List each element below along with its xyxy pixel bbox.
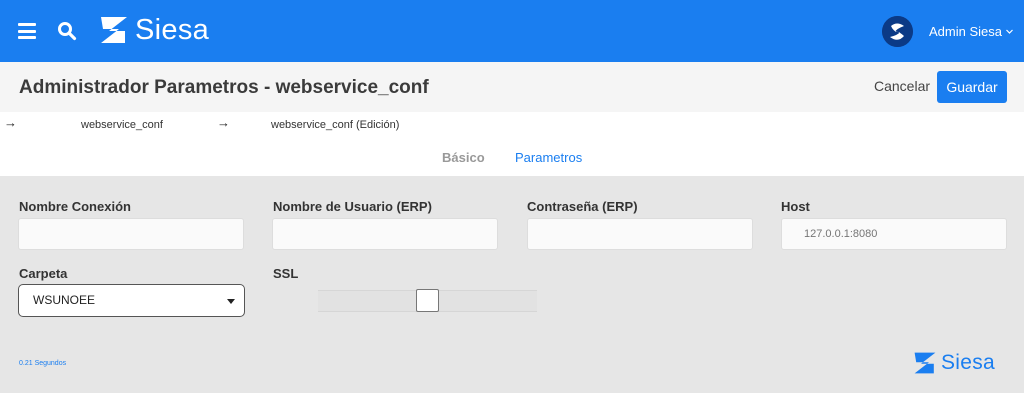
ssl-checkbox[interactable]	[416, 289, 439, 312]
breadcrumb: → webservice_conf → webservice_conf (Edi…	[0, 112, 1024, 176]
host-input[interactable]	[781, 218, 1007, 250]
footer-brand-name: Siesa	[941, 351, 996, 374]
breadcrumb-item[interactable]: webservice_conf	[81, 119, 163, 131]
brand-name: Siesa	[135, 13, 210, 46]
footer-logo: Siesa	[913, 351, 995, 375]
search-icon[interactable]	[57, 21, 77, 41]
folder-selected-value: WSUNOEE	[33, 293, 96, 307]
tab-basico[interactable]: Básico	[442, 150, 485, 165]
connection-name-input[interactable]	[18, 218, 244, 250]
brand-logo[interactable]: Siesa	[99, 14, 209, 46]
siesa-logo-icon	[101, 17, 127, 43]
erp-password-label: Contraseña (ERP)	[527, 199, 638, 214]
host-label: Host	[781, 199, 810, 214]
arrow-right-icon: →	[217, 115, 230, 130]
connection-name-label: Nombre Conexión	[19, 199, 131, 214]
tab-parametros[interactable]: Parametros	[515, 150, 582, 165]
caret-down-icon	[227, 299, 235, 304]
page-header: Administrador Parametros - webservice_co…	[0, 62, 1024, 112]
save-button[interactable]: Guardar	[937, 71, 1007, 103]
cancel-button[interactable]: Cancelar	[874, 78, 930, 94]
erp-user-label: Nombre de Usuario (ERP)	[273, 199, 432, 214]
folder-label: Carpeta	[19, 266, 68, 281]
erp-user-input[interactable]	[272, 218, 498, 250]
chevron-down-icon	[1006, 29, 1013, 34]
user-avatar[interactable]	[882, 16, 913, 47]
menu-icon[interactable]	[18, 23, 36, 39]
user-menu[interactable]: Admin Siesa	[929, 24, 1014, 39]
top-navbar: Siesa Admin Siesa	[0, 0, 1024, 62]
arrow-right-icon: →	[4, 115, 17, 130]
user-name-label: Admin Siesa	[929, 24, 1002, 39]
folder-select[interactable]: WSUNOEE	[18, 284, 245, 317]
breadcrumb-item-current[interactable]: webservice_conf (Edición)	[271, 119, 399, 131]
siesa-logo-icon	[914, 352, 936, 374]
elapsed-time: 0.21 Segundos	[19, 360, 67, 367]
page-title: Administrador Parametros - webservice_co…	[19, 77, 429, 98]
ssl-label: SSL	[273, 266, 299, 281]
erp-password-input[interactable]	[527, 218, 753, 250]
